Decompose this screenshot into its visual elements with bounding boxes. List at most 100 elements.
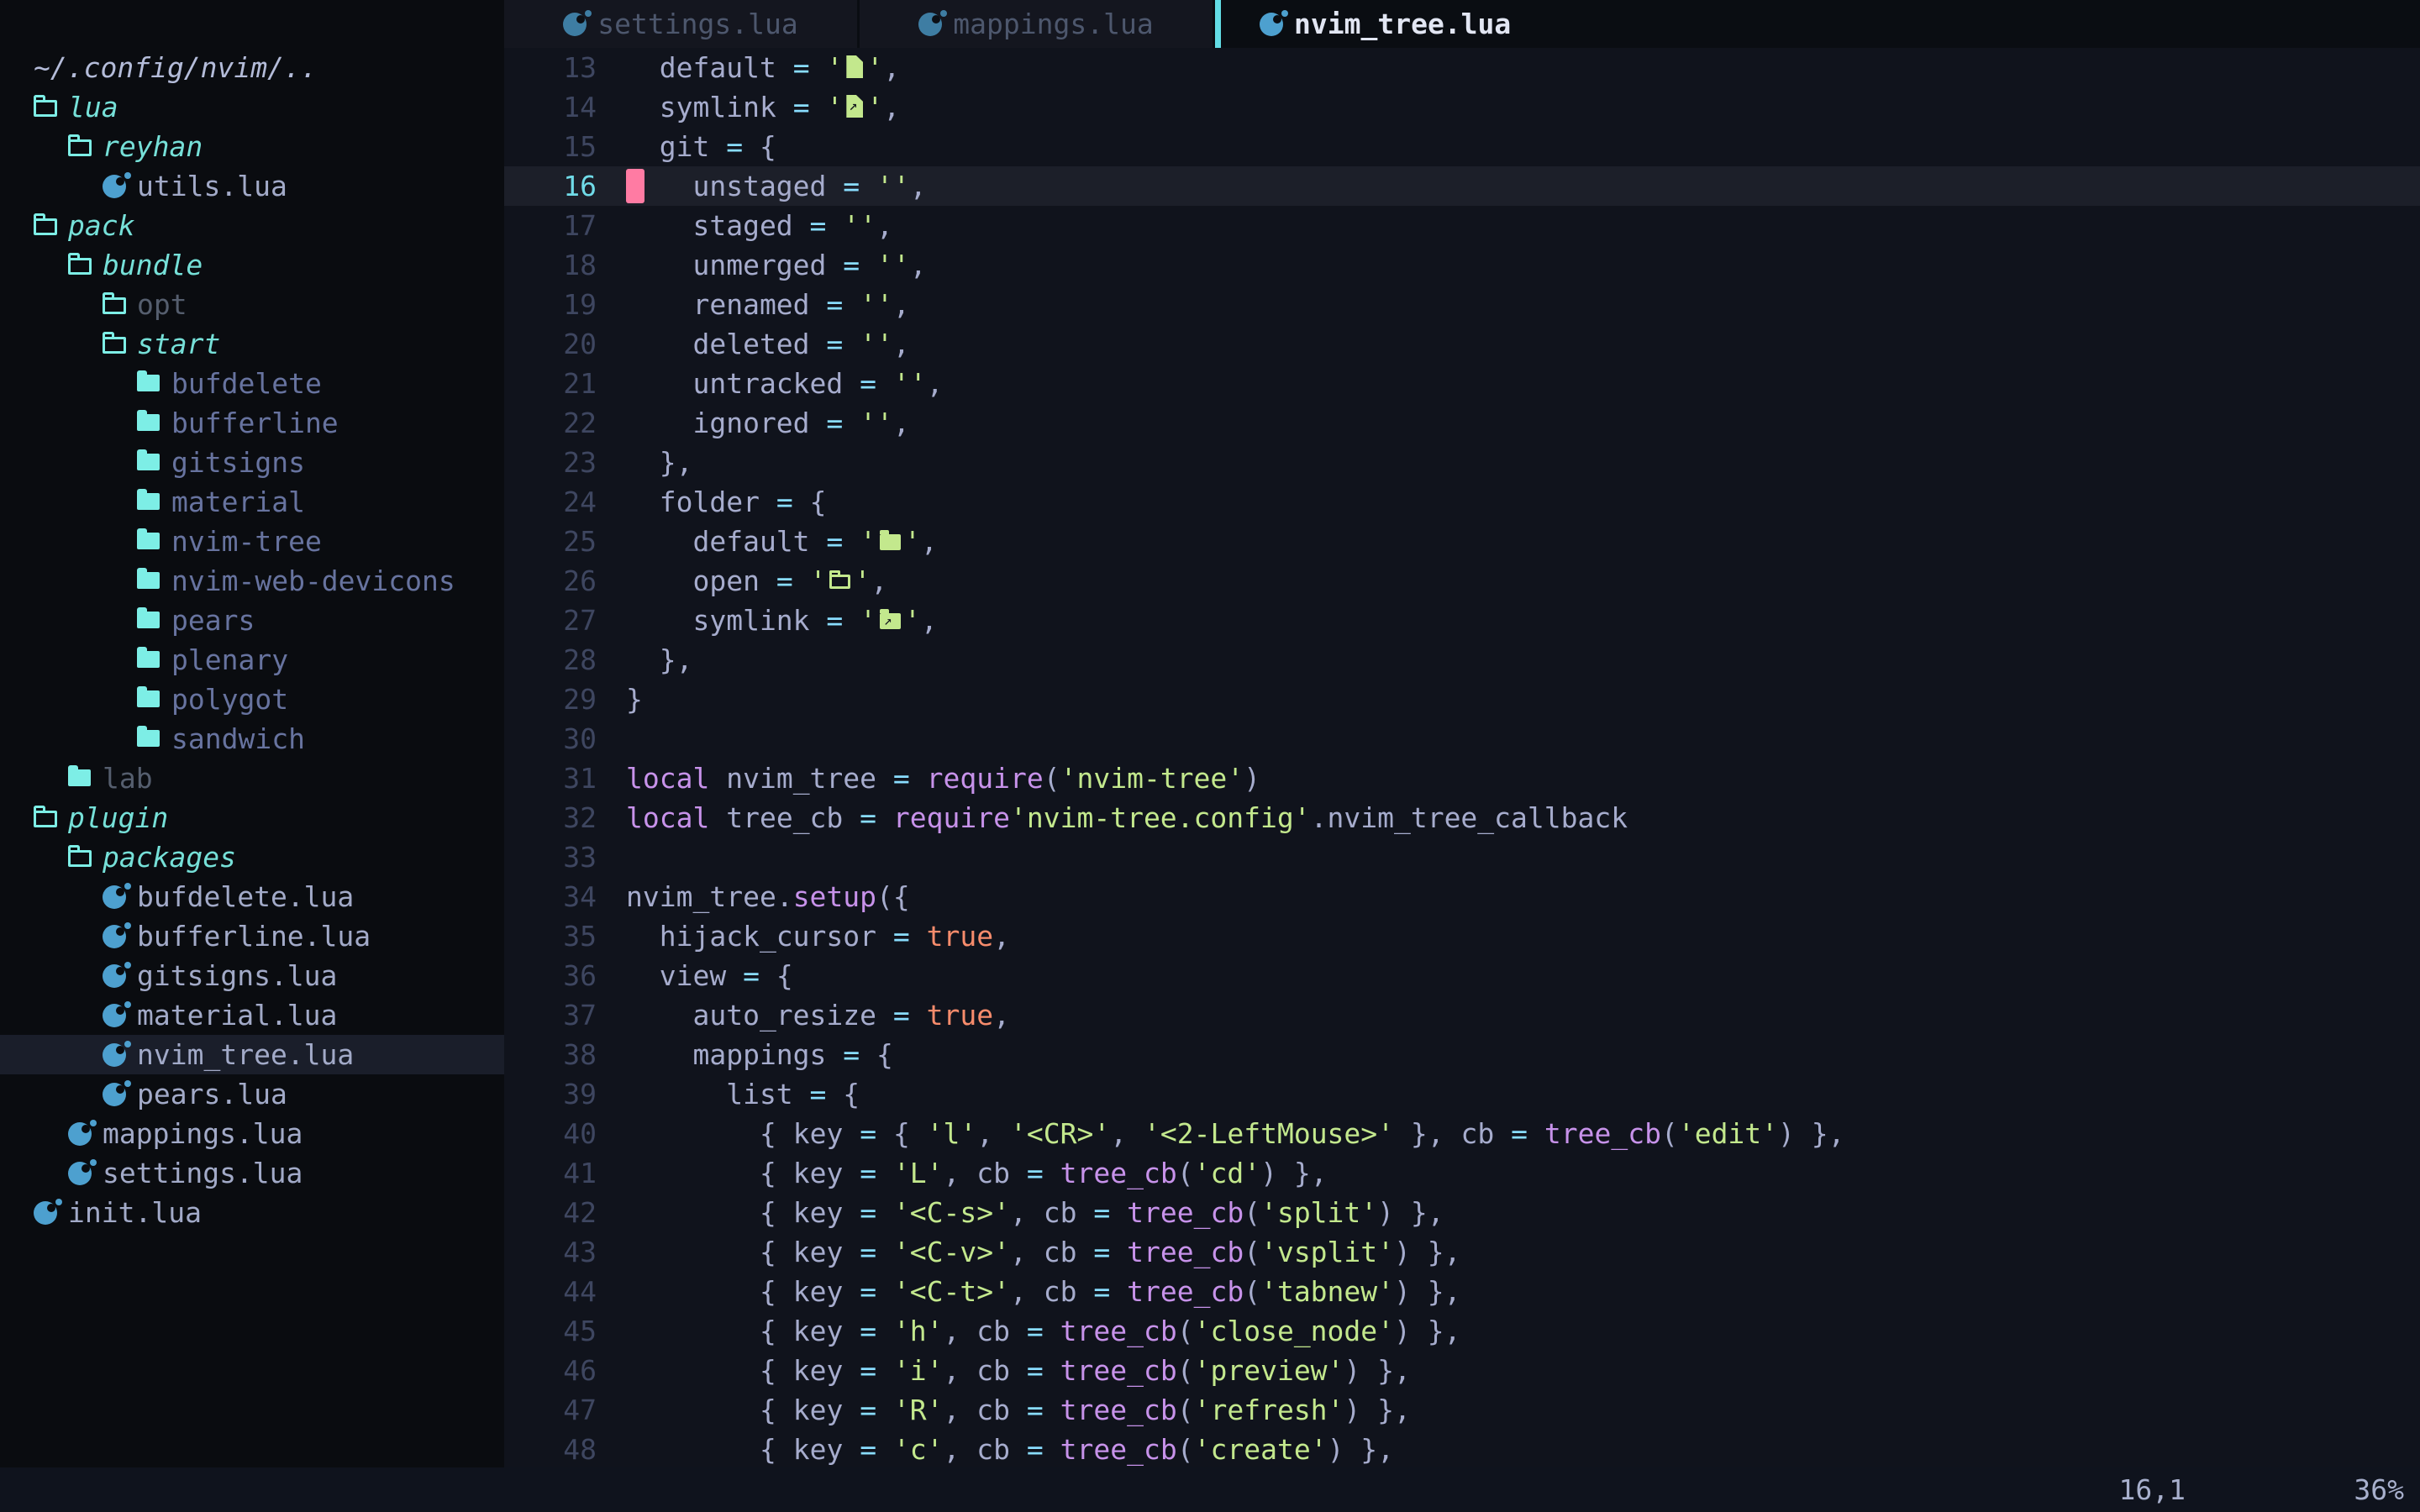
code-line-14[interactable]: 14 symlink = '',	[504, 87, 2420, 127]
code-line-44[interactable]: 44 { key = '<C-t>', cb = tree_cb('tabnew…	[504, 1272, 2420, 1311]
code-token: ,	[944, 1315, 977, 1347]
code-line-28[interactable]: 28 },	[504, 640, 2420, 680]
tree-item-mappings.lua[interactable]: mappings.lua	[0, 1114, 504, 1153]
tree-item-material[interactable]: material	[0, 482, 504, 522]
tree-item-gitsigns[interactable]: gitsigns	[0, 443, 504, 482]
code-line-16[interactable]: 16 unstaged = '',	[504, 166, 2420, 206]
code-token: hijack_cursor	[626, 920, 893, 953]
code-token: cb	[976, 1433, 1027, 1466]
code-token: tree_cb	[1060, 1394, 1177, 1426]
code-token: ,	[944, 1394, 977, 1426]
code-token: ,	[883, 51, 900, 84]
code-token: .nvim_tree_callback	[1311, 801, 1628, 834]
code-line-35[interactable]: 35 hijack_cursor = true,	[504, 916, 2420, 956]
tree-item-label: material.lua	[137, 999, 337, 1032]
tree-item-utils.lua[interactable]: utils.lua	[0, 166, 504, 206]
code-line-17[interactable]: 17 staged = '',	[504, 206, 2420, 245]
tree-item-polygot[interactable]: polygot	[0, 680, 504, 719]
code-line-46[interactable]: 46 { key = 'i', cb = tree_cb('preview') …	[504, 1351, 2420, 1390]
tree-item-bundle[interactable]: bundle	[0, 245, 504, 285]
lua-file-icon	[103, 956, 137, 995]
code-token: '	[904, 525, 921, 558]
tree-item-bufferline[interactable]: bufferline	[0, 403, 504, 443]
code-editor[interactable]: 13 default = '',14 symlink = '',15 git =…	[504, 48, 2420, 1467]
code-line-29[interactable]: 29}	[504, 680, 2420, 719]
code-line-42[interactable]: 42 { key = '<C-s>', cb = tree_cb('split'…	[504, 1193, 2420, 1232]
code-token	[626, 1394, 760, 1426]
code-line-45[interactable]: 45 { key = 'h', cb = tree_cb('close_node…	[504, 1311, 2420, 1351]
code-token: =	[860, 1236, 893, 1268]
code-line-20[interactable]: 20 deleted = '',	[504, 324, 2420, 364]
tab-settings.lua[interactable]: settings.lua	[504, 0, 860, 48]
code-token: 'i'	[893, 1354, 944, 1387]
tree-item-~/.config/nvim/..[interactable]: ~/.config/nvim/..	[0, 48, 504, 87]
code-line-39[interactable]: 39 list = {	[504, 1074, 2420, 1114]
tree-item-bufdelete[interactable]: bufdelete	[0, 364, 504, 403]
tree-item-gitsigns.lua[interactable]: gitsigns.lua	[0, 956, 504, 995]
code-line-48[interactable]: 48 { key = 'c', cb = tree_cb('create') }…	[504, 1430, 2420, 1467]
tree-item-label: lua	[68, 91, 118, 123]
tree-item-reyhan[interactable]: reyhan	[0, 127, 504, 166]
code-token: )	[1394, 1275, 1411, 1308]
code-line-24[interactable]: 24 folder = {	[504, 482, 2420, 522]
code-token: 'edit'	[1678, 1117, 1778, 1150]
code-token: {	[760, 1236, 793, 1268]
folder-icon	[137, 640, 171, 680]
code-line-18[interactable]: 18 unmerged = '',	[504, 245, 2420, 285]
code-line-19[interactable]: 19 renamed = '',	[504, 285, 2420, 324]
tree-item-settings.lua[interactable]: settings.lua	[0, 1153, 504, 1193]
tree-item-material.lua[interactable]: material.lua	[0, 995, 504, 1035]
code-line-27[interactable]: 27 symlink = '',	[504, 601, 2420, 640]
code-line-13[interactable]: 13 default = '',	[504, 48, 2420, 87]
code-token: symlink	[626, 604, 826, 637]
code-line-34[interactable]: 34nvim_tree.setup({	[504, 877, 2420, 916]
tree-item-plenary[interactable]: plenary	[0, 640, 504, 680]
code-line-43[interactable]: 43 { key = '<C-v>', cb = tree_cb('vsplit…	[504, 1232, 2420, 1272]
code-line-15[interactable]: 15 git = {	[504, 127, 2420, 166]
tree-item-nvim-tree[interactable]: nvim-tree	[0, 522, 504, 561]
tree-item-sandwich[interactable]: sandwich	[0, 719, 504, 759]
code-line-41[interactable]: 41 { key = 'L', cb = tree_cb('cd') },	[504, 1153, 2420, 1193]
line-number: 27	[504, 601, 597, 640]
tree-item-label: init.lua	[68, 1196, 202, 1229]
tree-item-pears.lua[interactable]: pears.lua	[0, 1074, 504, 1114]
code-line-31[interactable]: 31local nvim_tree = require('nvim-tree')	[504, 759, 2420, 798]
code-line-26[interactable]: 26 open = '',	[504, 561, 2420, 601]
code-token: (	[1244, 1196, 1260, 1229]
tree-item-opt[interactable]: opt	[0, 285, 504, 324]
tree-item-nvim-web-devicons[interactable]: nvim-web-devicons	[0, 561, 504, 601]
line-number: 26	[504, 561, 597, 601]
tab-mappings.lua[interactable]: mappings.lua	[860, 0, 1215, 48]
code-token: '	[810, 564, 827, 597]
code-line-37[interactable]: 37 auto_resize = true,	[504, 995, 2420, 1035]
tree-item-start[interactable]: start	[0, 324, 504, 364]
code-token: key	[793, 1117, 860, 1150]
tree-item-bufferline.lua[interactable]: bufferline.lua	[0, 916, 504, 956]
code-line-47[interactable]: 47 { key = 'R', cb = tree_cb('refresh') …	[504, 1390, 2420, 1430]
code-line-33[interactable]: 33	[504, 837, 2420, 877]
tree-item-packages[interactable]: packages	[0, 837, 504, 877]
code-token: 'R'	[893, 1394, 944, 1426]
code-line-23[interactable]: 23 },	[504, 443, 2420, 482]
tree-item-pears[interactable]: pears	[0, 601, 504, 640]
code-line-21[interactable]: 21 untracked = '',	[504, 364, 2420, 403]
line-number: 47	[504, 1390, 597, 1430]
code-line-38[interactable]: 38 mappings = {	[504, 1035, 2420, 1074]
code-line-40[interactable]: 40 { key = { 'l', '<CR>', '<2-LeftMouse>…	[504, 1114, 2420, 1153]
code-line-36[interactable]: 36 view = {	[504, 956, 2420, 995]
dirfill-icon	[880, 534, 901, 550]
tree-item-bufdelete.lua[interactable]: bufdelete.lua	[0, 877, 504, 916]
code-line-30[interactable]: 30	[504, 719, 2420, 759]
code-token: =	[776, 564, 810, 597]
tree-item-pack[interactable]: pack	[0, 206, 504, 245]
code-line-25[interactable]: 25 default = '',	[504, 522, 2420, 561]
tree-item-init.lua[interactable]: init.lua	[0, 1193, 504, 1232]
code-token: list	[626, 1078, 810, 1110]
tree-item-lua[interactable]: lua	[0, 87, 504, 127]
tree-item-lab[interactable]: lab	[0, 759, 504, 798]
code-line-22[interactable]: 22 ignored = '',	[504, 403, 2420, 443]
code-line-32[interactable]: 32local tree_cb = require'nvim-tree.conf…	[504, 798, 2420, 837]
tree-item-nvim_tree.lua[interactable]: nvim_tree.lua	[0, 1035, 504, 1074]
tree-item-plugin[interactable]: plugin	[0, 798, 504, 837]
tab-nvim_tree.lua[interactable]: nvim_tree.lua	[1221, 0, 1561, 48]
